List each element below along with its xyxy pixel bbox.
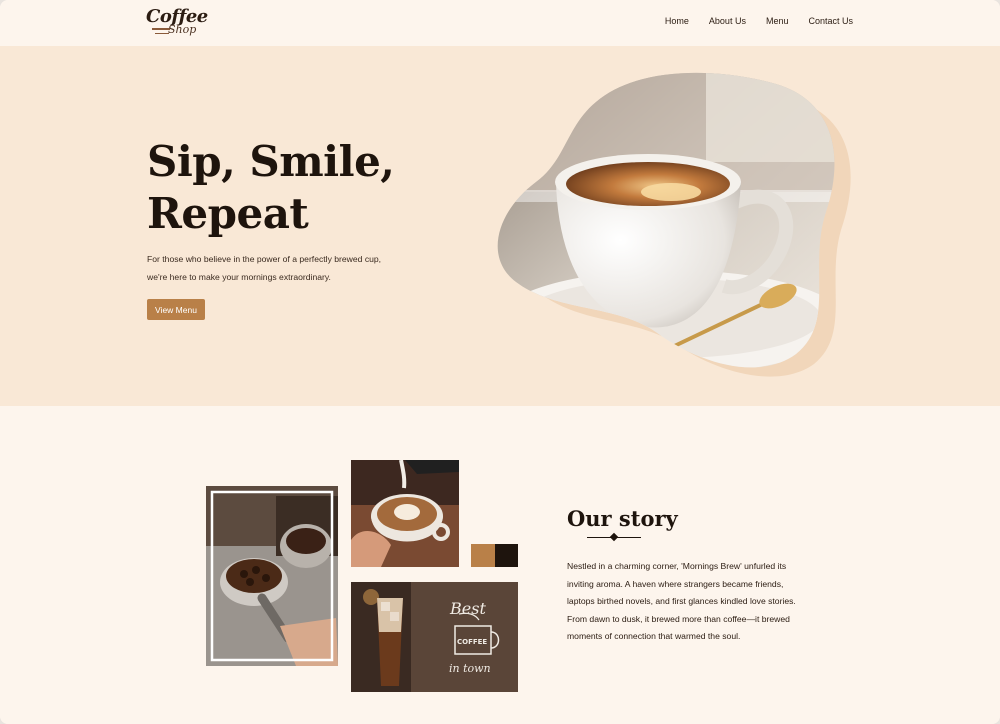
sign-coffee: COFFEE	[457, 638, 487, 646]
iced-coffee-photo: Best COFFEE in town	[351, 582, 518, 692]
hero-description: For those who believe in the power of a …	[147, 254, 382, 282]
page: Coffee Shop Home About Us Menu Contact U…	[0, 0, 1000, 724]
portafilter-photo	[206, 486, 338, 666]
nav-contact-us[interactable]: Contact Us	[808, 16, 853, 26]
hero-title-line-2: Repeat	[147, 189, 309, 238]
coffee-cup-illustration	[497, 72, 851, 377]
nav-menu[interactable]: Menu	[766, 16, 789, 26]
sign-best: Best	[449, 599, 486, 618]
story-title: Our story	[567, 506, 678, 531]
logo-swoosh-small	[155, 33, 169, 34]
story-text: Nestled in a charming corner, 'Mornings …	[567, 561, 796, 642]
divider-diamond-icon	[609, 532, 619, 542]
logo-word-shop: Shop	[168, 23, 197, 36]
brand-logo[interactable]: Coffee Shop	[146, 6, 212, 40]
nav-about-us[interactable]: About Us	[709, 16, 746, 26]
main-menu: Home About Us Menu Contact Us	[665, 16, 853, 26]
sign-in-town: in town	[449, 662, 491, 675]
color-swatch-accent	[471, 544, 495, 567]
color-swatch-dark	[495, 544, 518, 567]
our-story-section: Best COFFEE in town Our story Nestled in…	[0, 406, 1000, 724]
hero-title-line-1: Sip, Smile,	[147, 137, 395, 186]
hero-title: Sip, Smile, Repeat	[147, 136, 395, 240]
top-navbar: Coffee Shop Home About Us Menu Contact U…	[0, 0, 1000, 46]
hero-section: Sip, Smile, Repeat For those who believe…	[0, 46, 1000, 406]
view-menu-button[interactable]: View Menu	[147, 299, 205, 320]
nav-home[interactable]: Home	[665, 16, 689, 26]
latte-art-photo	[351, 460, 459, 567]
